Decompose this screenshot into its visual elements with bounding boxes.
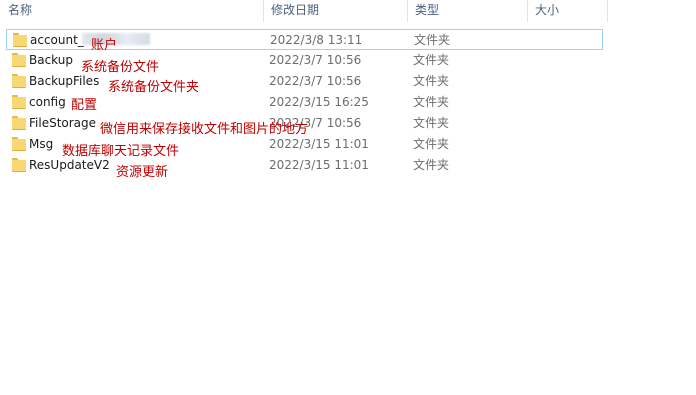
folder-icon bbox=[12, 53, 26, 67]
file-type: 文件夹 bbox=[413, 116, 450, 130]
column-header: 名称 修改日期 类型 大小 bbox=[0, 0, 696, 22]
folder-icon bbox=[12, 95, 26, 109]
file-name: config bbox=[29, 95, 66, 109]
folder-icon bbox=[12, 116, 26, 130]
file-explorer: 名称 修改日期 类型 大小 account_ 2022/3/8 13:11 文件… bbox=[0, 0, 696, 395]
file-name: Backup bbox=[29, 53, 73, 67]
file-type: 文件夹 bbox=[413, 53, 450, 67]
annotation-filestorage: 微信用来保存接收文件和图片的地方 bbox=[100, 122, 309, 137]
folder-icon bbox=[12, 158, 26, 172]
file-date: 2022/3/8 13:11 bbox=[270, 33, 363, 47]
file-type: 文件夹 bbox=[413, 137, 450, 151]
annotation-msg: 数据库聊天记录文件 bbox=[62, 144, 180, 159]
file-name: Msg bbox=[29, 137, 54, 151]
file-date: 2022/3/7 10:56 bbox=[269, 53, 362, 67]
file-date: 2022/3/7 10:56 bbox=[269, 74, 362, 88]
column-header-type[interactable]: 类型 bbox=[407, 0, 527, 22]
file-date: 2022/3/15 16:25 bbox=[269, 95, 369, 109]
folder-icon bbox=[13, 33, 27, 47]
column-header-name[interactable]: 名称 bbox=[0, 0, 263, 22]
file-type: 文件夹 bbox=[413, 95, 450, 109]
annotation-resupdatev2: 资源更新 bbox=[116, 165, 169, 180]
annotation-backupfiles: 系统备份文件夹 bbox=[108, 80, 200, 95]
file-name: account_ bbox=[30, 33, 84, 47]
file-type: 文件夹 bbox=[413, 158, 450, 172]
file-type: 文件夹 bbox=[413, 74, 450, 88]
folder-icon bbox=[12, 137, 26, 151]
column-divider[interactable] bbox=[607, 0, 608, 22]
annotation-account: 账户 bbox=[91, 38, 118, 53]
column-header-modified[interactable]: 修改日期 bbox=[263, 0, 407, 22]
column-header-size[interactable]: 大小 bbox=[527, 0, 607, 22]
annotation-config: 配置 bbox=[71, 98, 98, 113]
file-type: 文件夹 bbox=[414, 33, 451, 47]
folder-icon bbox=[12, 74, 26, 88]
file-name: FileStorage bbox=[29, 116, 97, 130]
file-date: 2022/3/15 11:01 bbox=[269, 158, 369, 172]
annotation-backup: 系统备份文件 bbox=[81, 60, 160, 75]
